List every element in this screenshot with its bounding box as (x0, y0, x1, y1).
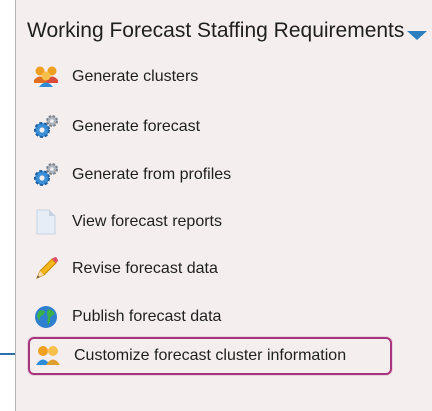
menu-item-generate-from-profiles[interactable]: Generate from profiles (32, 157, 392, 193)
caret-down-icon[interactable] (407, 30, 428, 40)
menu-item-label: Revise forecast data (72, 260, 218, 277)
section-header[interactable]: Working Forecast Staffing Requirements (27, 16, 428, 46)
menu-item-view-forecast-reports[interactable]: View forecast reports (32, 204, 392, 240)
section-title: Working Forecast Staffing Requirements (27, 19, 405, 42)
menu-item-generate-clusters[interactable]: Generate clusters (32, 59, 392, 95)
workforce-menu-panel: Working Forecast Staffing Requirements G… (15, 0, 432, 411)
globe-icon (32, 303, 60, 331)
people-group-icon (32, 63, 60, 91)
menu-item-label: Customize forecast cluster information (74, 347, 347, 364)
menu-item-publish-forecast-data[interactable]: Publish forecast data (32, 299, 392, 335)
menu-item-generate-forecast[interactable]: Generate forecast (32, 109, 392, 145)
menu-item-customize-forecast-cluster-information[interactable]: Customize forecast cluster information (28, 337, 392, 375)
menu-item-label: Generate from profiles (72, 166, 232, 183)
document-icon (32, 208, 60, 236)
menu-item-label: Publish forecast data (72, 308, 222, 325)
gears-icon (32, 161, 60, 189)
menu-item-label: Generate clusters (72, 68, 199, 85)
people-pair-icon (34, 342, 62, 370)
pencil-icon (32, 255, 60, 283)
menu-item-revise-forecast-data[interactable]: Revise forecast data (32, 251, 392, 287)
menu-item-label: Generate forecast (72, 118, 201, 135)
gears-icon (32, 113, 60, 141)
menu-item-label: View forecast reports (72, 213, 222, 230)
